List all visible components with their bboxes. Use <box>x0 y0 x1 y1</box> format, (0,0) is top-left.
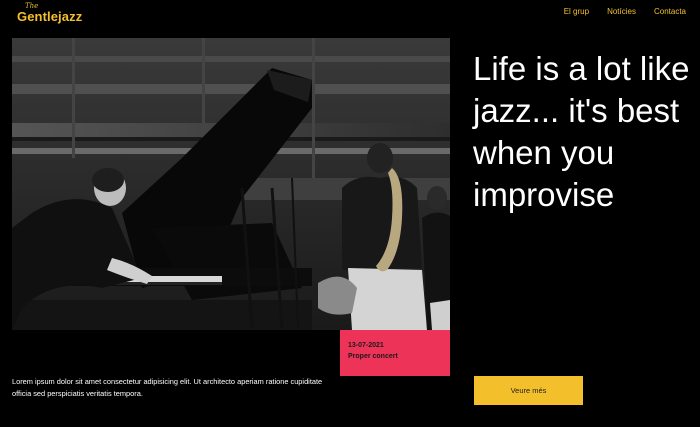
nav-item-el-grup[interactable]: El grup <box>564 7 589 16</box>
main-nav: El grup Notícies Contacta <box>564 7 686 16</box>
event-card[interactable]: 13-07-2021 Proper concert <box>340 330 450 376</box>
nav-item-contacta[interactable]: Contacta <box>654 7 686 16</box>
hero-image <box>12 38 450 330</box>
logo-name: Gentlejazz <box>17 9 83 24</box>
nav-item-noticies[interactable]: Notícies <box>607 7 636 16</box>
event-date: 13-07-2021 <box>348 342 384 349</box>
hero-headline: Life is a lot like jazz... it's best whe… <box>473 50 690 213</box>
event-title: Proper concert <box>348 353 398 360</box>
see-more-button[interactable]: Veure més <box>474 376 583 405</box>
intro-text: Lorem ipsum dolor sit amet consectetur a… <box>12 377 323 398</box>
jazz-photo <box>12 38 450 330</box>
